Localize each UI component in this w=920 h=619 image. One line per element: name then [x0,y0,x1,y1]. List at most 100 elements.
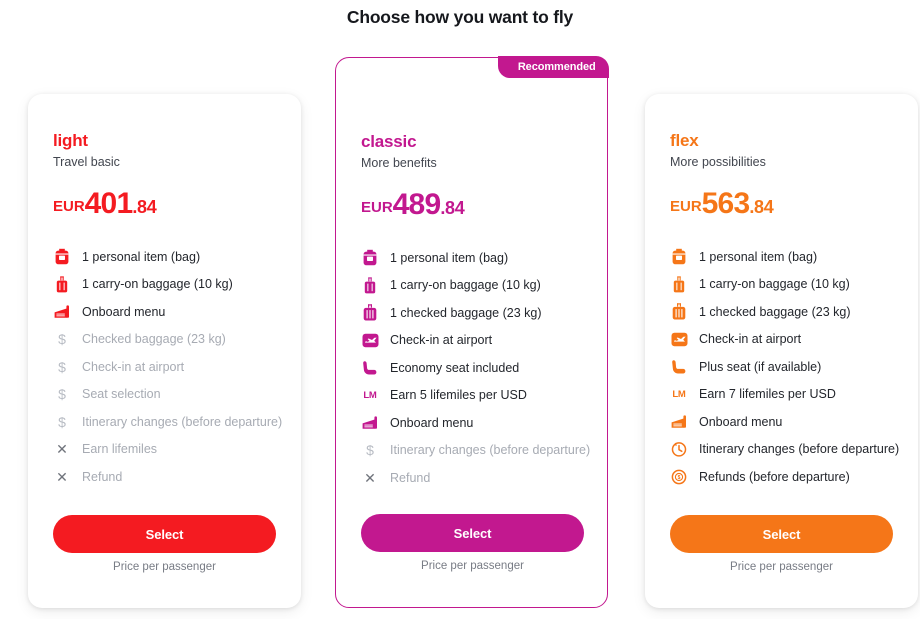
feature-label: Itinerary changes (before departure) [390,443,591,458]
price-whole: 489 [392,188,441,221]
feature-label: Onboard menu [82,304,166,319]
cross-icon: ✕ [56,441,68,458]
clock-back-icon [670,440,688,458]
fare-price-light: EUR401.84 [53,187,157,221]
checkin-plane-icon [671,332,687,346]
feature-row: $ Check-in at airport [53,353,285,381]
onboard-menu-icon [53,303,71,321]
seat-icon [362,360,376,375]
feature-label: 1 personal item (bag) [699,249,818,264]
onboard-menu-icon [670,413,688,431]
feature-label: 1 carry-on baggage (10 kg) [82,277,233,292]
carryon-icon [56,276,68,293]
cross-icon: ✕ [53,440,71,458]
backpack-icon [53,248,71,266]
onboard-menu-icon [54,305,69,318]
feature-row: $ Checked baggage (23 kg) [53,326,285,354]
feature-row: 1 carry-on baggage (10 kg) [53,271,285,299]
cross-icon: ✕ [361,469,379,487]
fare-card-classic[interactable]: Recommended classic More benefits EUR489.… [335,56,609,608]
dollar-icon: $ [58,358,66,375]
feature-row: Onboard menu [361,409,591,437]
fare-card-inner-light: light Travel basic EUR401.84 1 personal i… [28,94,301,608]
price-currency: EUR [361,199,393,216]
refund-icon: $ [670,468,688,486]
lifemiles-icon: LM [672,388,686,400]
feature-label: Earn lifemiles [82,442,158,457]
feature-row: 1 personal item (bag) [670,243,902,271]
dollar-icon: $ [53,330,71,348]
clock-back-icon [671,442,687,457]
feature-row: Economy seat included [361,354,591,382]
feature-row: $ Refunds (before departure) [670,463,902,491]
feature-label: Earn 7 lifemiles per USD [699,387,836,402]
lifemiles-icon: LM [361,386,379,404]
backpack-icon [361,249,379,267]
feature-label: Refund [390,470,431,485]
fare-card-light[interactable]: light Travel basic EUR401.84 1 personal i… [28,94,301,608]
feature-label: Refund [82,469,123,484]
price-per-passenger-note-light: Price per passenger [113,561,216,573]
checkin-plane-icon [362,333,378,347]
backpack-icon [55,249,69,265]
feature-row: ✕ Refund [361,464,591,492]
feature-label: 1 personal item (bag) [390,250,509,265]
feature-label: Onboard menu [390,415,474,430]
feature-label: 1 checked baggage (23 kg) [390,305,542,320]
fare-subtitle-flex: More possibilities [670,155,766,169]
fare-name-flex: flex [670,131,699,150]
checked-bag-icon [363,304,377,321]
fare-card-list: light Travel basic EUR401.84 1 personal i… [0,0,920,619]
lifemiles-icon: LM [363,389,377,401]
dollar-icon: $ [53,385,71,403]
onboard-menu-icon [362,416,377,429]
feature-label: Check-in at airport [699,332,802,347]
select-button-flex[interactable]: Select [670,515,893,553]
seat-icon [671,359,685,374]
feature-row: Plus seat (if available) [670,353,902,381]
select-button-light[interactable]: Select [53,515,276,553]
checkin-plane-icon [361,331,379,349]
select-button-classic[interactable]: Select [361,514,584,552]
carryon-icon [364,277,376,294]
onboard-menu-icon [361,414,379,432]
feature-row: 1 carry-on baggage (10 kg) [361,272,591,300]
feature-row: Check-in at airport [361,327,591,355]
feature-label: Refunds (before departure) [699,469,850,484]
checked-bag-icon [361,304,379,322]
fare-subtitle-light: Travel basic [53,155,120,169]
seat-icon [670,358,688,376]
cross-icon: ✕ [364,469,376,486]
feature-label: 1 checked baggage (23 kg) [699,304,851,319]
feature-label: Itinerary changes (before departure) [82,414,283,429]
price-currency: EUR [53,198,85,215]
feature-label: 1 carry-on baggage (10 kg) [390,278,541,293]
dollar-icon: $ [361,441,379,459]
fare-selection-page: Choose how you want to fly light Travel b… [0,0,920,619]
price-per-passenger-note-classic: Price per passenger [421,560,524,572]
feature-row: 1 checked baggage (23 kg) [361,299,591,327]
backpack-icon [670,248,688,266]
carryon-icon [673,276,685,293]
cross-icon: ✕ [56,468,68,485]
dollar-icon: $ [58,386,66,403]
dollar-icon: $ [53,413,71,431]
feature-row: Check-in at airport [670,326,902,354]
feature-row: 1 checked baggage (23 kg) [670,298,902,326]
feature-row: ✕ Earn lifemiles [53,436,285,464]
feature-row: Onboard menu [670,408,902,436]
fare-card-inner-flex: flex More possibilities EUR563.84 1 perso… [645,94,918,608]
dollar-icon: $ [366,442,374,459]
seat-icon [361,359,379,377]
price-decimal: .84 [132,197,157,217]
fare-price-classic: EUR489.84 [361,188,465,222]
price-whole: 563 [701,187,750,220]
dollar-icon: $ [53,358,71,376]
feature-label: Earn 5 lifemiles per USD [390,388,527,403]
fare-card-flex[interactable]: flex More possibilities EUR563.84 1 perso… [645,94,918,608]
feature-row: $ Itinerary changes (before departure) [53,408,285,436]
price-whole: 401 [84,187,133,220]
fare-name-classic: classic [361,132,417,151]
onboard-menu-icon [671,415,686,428]
price-currency: EUR [670,198,702,215]
